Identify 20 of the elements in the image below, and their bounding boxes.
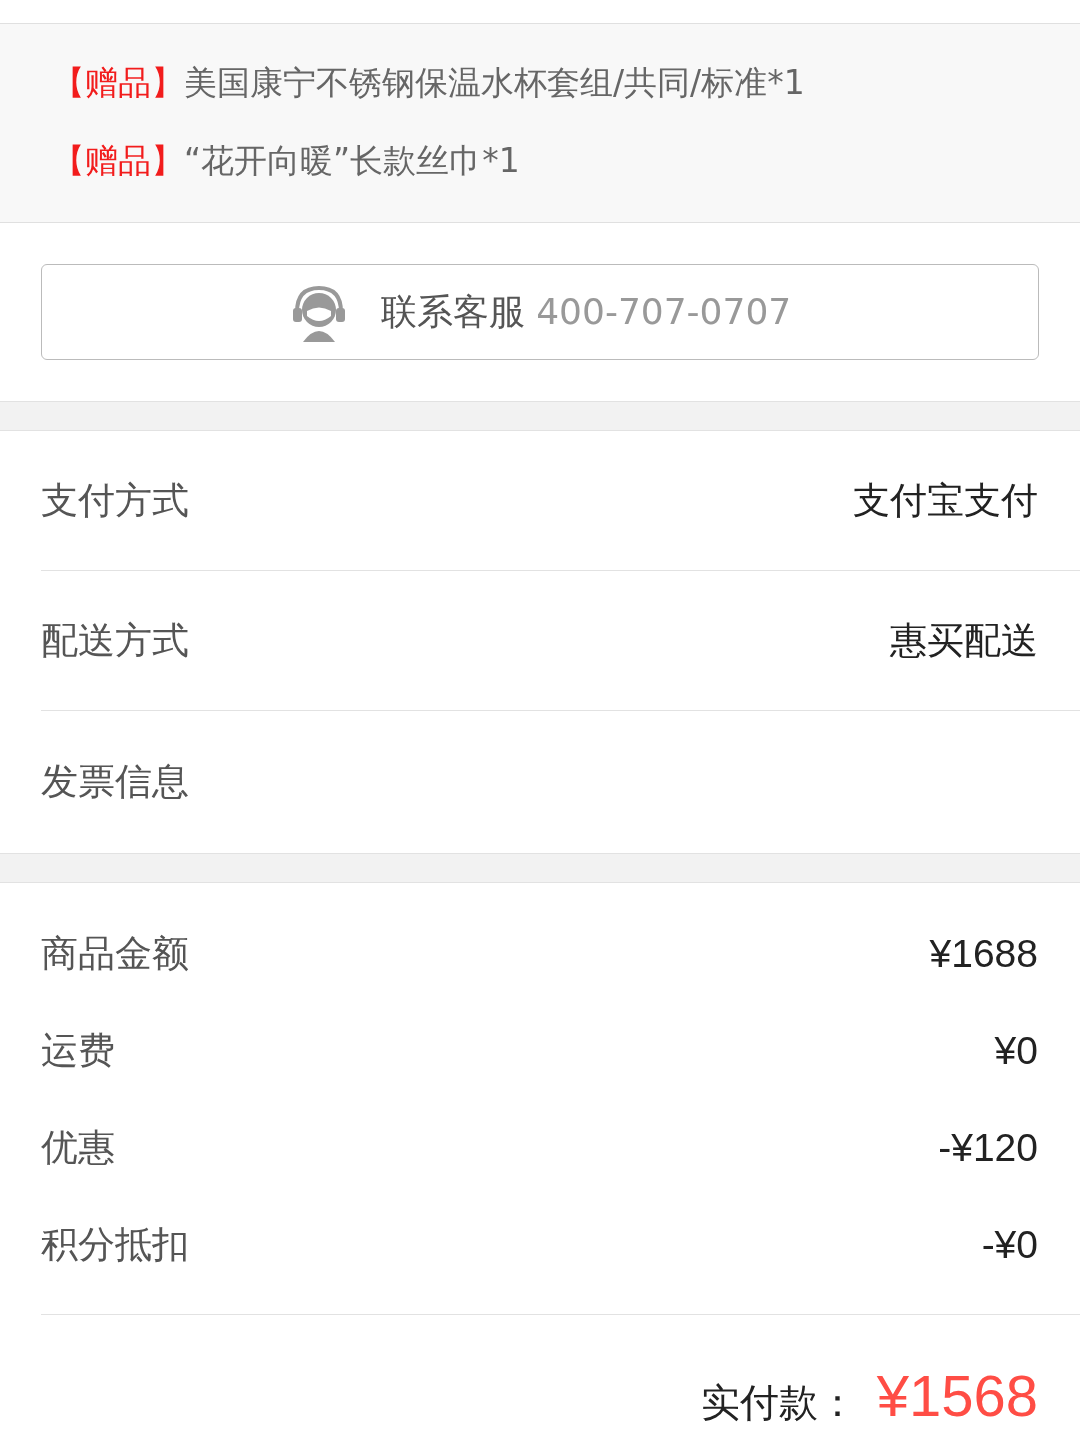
row-label: 配送方式 [41,617,189,664]
summary-value: ¥0 [994,1028,1038,1073]
summary-label: 商品金额 [41,930,189,977]
total-label: 实付款： [700,1383,857,1422]
row-value: 惠买配送 [890,617,1038,664]
summary-value: -¥120 [938,1125,1038,1170]
summary-label: 积分抵扣 [41,1221,189,1268]
total-amount: ¥1568 [876,1367,1038,1425]
gift-tag: 【赠品】 [52,138,184,184]
gift-name: “花开向暖”长款丝巾*1 [184,139,520,182]
gift-name: 美国康宁不锈钢保温水杯套组/共同/标准*1 [184,61,805,104]
row-label: 发票信息 [41,759,189,805]
summary-value: ¥1688 [929,931,1038,976]
row-value: 支付宝支付 [853,477,1038,524]
customer-service-button[interactable]: 联系客服 400-707-0707 [41,264,1039,360]
summary-label: 运费 [41,1027,115,1074]
summary-value: -¥0 [981,1222,1038,1267]
summary-label: 优惠 [41,1124,115,1171]
row-label: 支付方式 [41,477,189,524]
gift-tag: 【赠品】 [52,60,184,106]
